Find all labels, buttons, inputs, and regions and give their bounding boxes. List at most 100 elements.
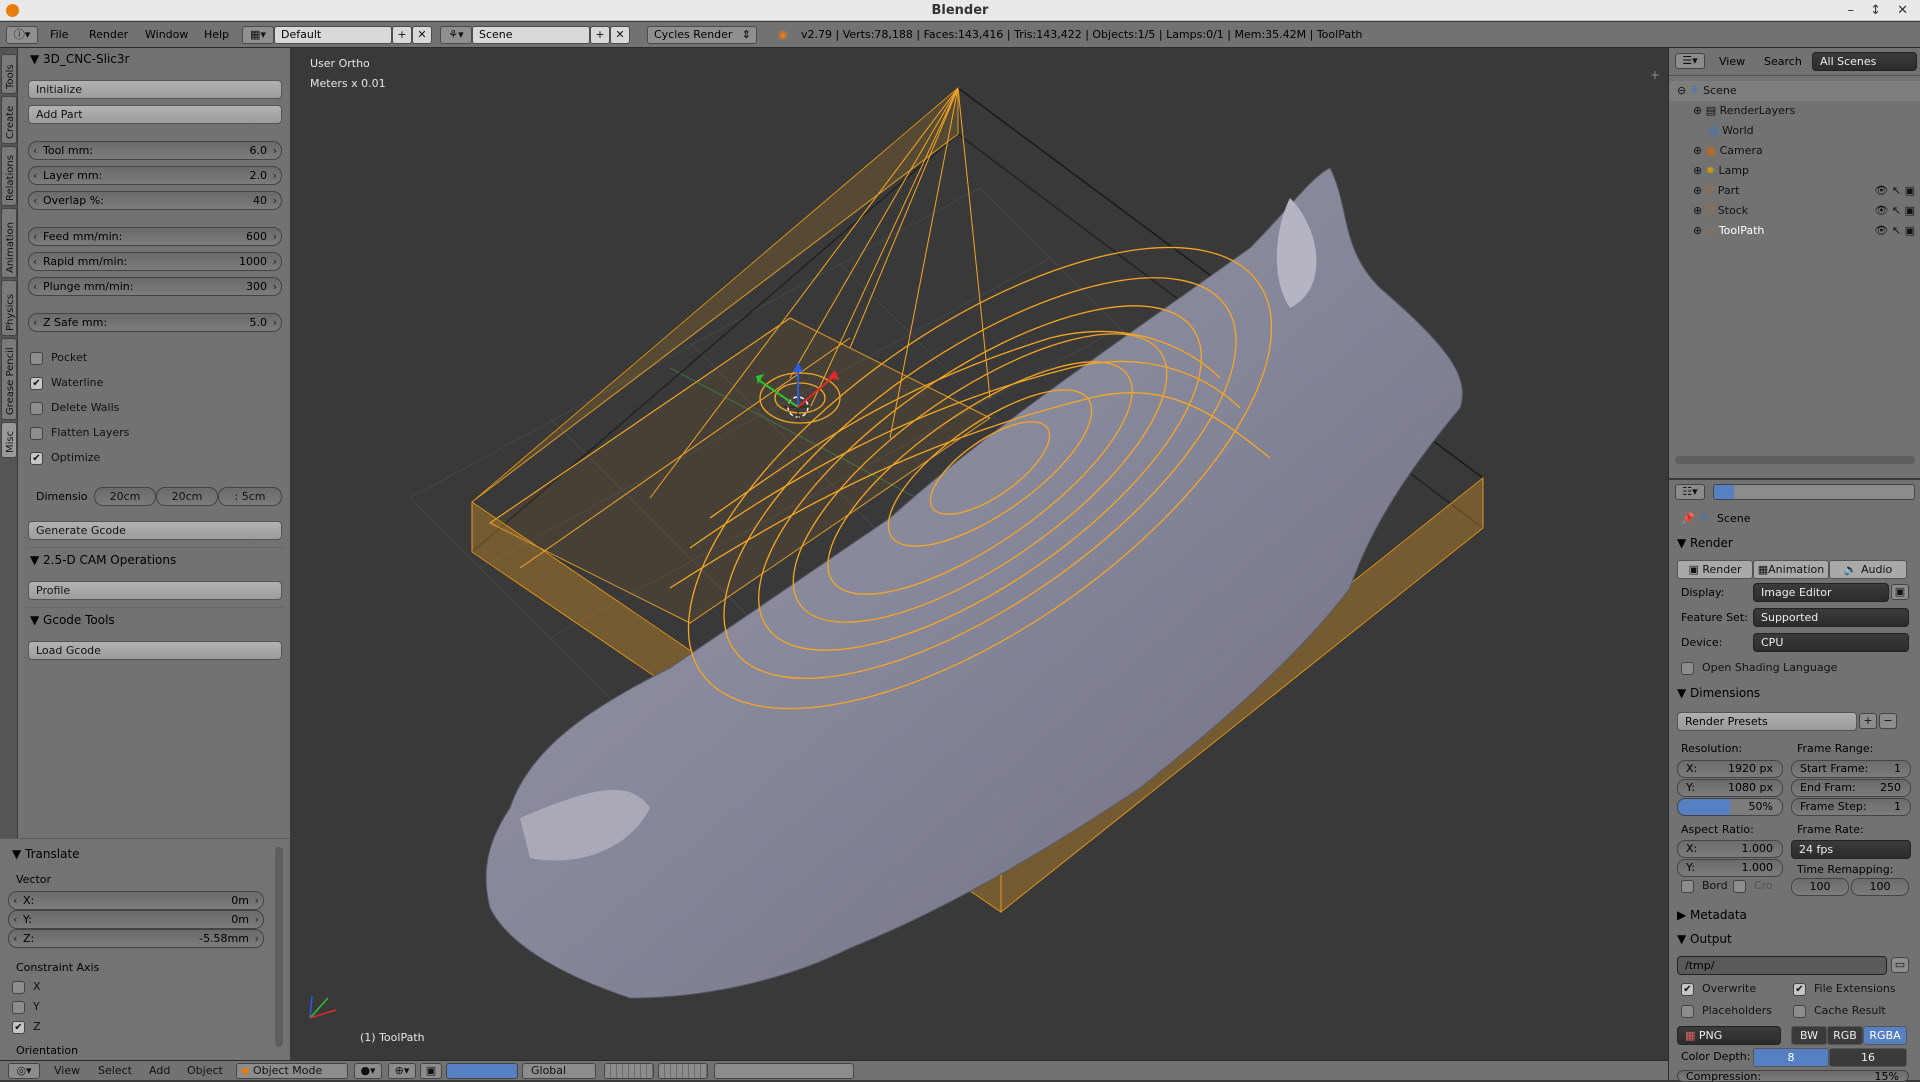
translate-z-field[interactable]: Z: -5.58mm	[8, 929, 264, 948]
frame-step-field[interactable]: Frame Step: 1	[1791, 798, 1911, 816]
outliner-menu-search[interactable]: Search	[1764, 55, 1802, 68]
remap-new-field[interactable]: 100	[1851, 878, 1909, 896]
mode-select[interactable]: ◆ Object Mode	[236, 1063, 348, 1079]
render-engine-select[interactable]: Cycles Render ⇕	[647, 26, 757, 44]
waterline-checkbox[interactable]: ✔ Waterline	[30, 376, 103, 390]
translate-header[interactable]: ▼ Translate	[12, 847, 80, 861]
resolution-percent-field[interactable]: 50%	[1677, 798, 1783, 816]
crop-checkbox[interactable]: Cro	[1733, 879, 1773, 893]
render-panel-header[interactable]: ▼ Render	[1677, 536, 1733, 550]
remove-scene-icon[interactable]: ✕	[610, 26, 630, 44]
aspect-x-field[interactable]: X: 1.000	[1677, 840, 1783, 858]
color-mode-bw[interactable]: BW	[1791, 1026, 1827, 1045]
outliner-menu-view[interactable]: View	[1719, 55, 1745, 68]
dim-y-field[interactable]: 20cm	[156, 487, 218, 506]
tab-create[interactable]: Create	[1, 96, 17, 144]
outliner-row-world[interactable]: ◍ World	[1669, 121, 1920, 141]
menu-file[interactable]: File	[50, 22, 68, 48]
pocket-checkbox[interactable]: Pocket	[30, 351, 87, 365]
overwrite-checkbox[interactable]: ✔ Overwrite	[1681, 982, 1756, 996]
translate-y-field[interactable]: Y: 0m	[8, 910, 264, 929]
outliner-scrollbar[interactable]	[1675, 456, 1915, 464]
tab-physics[interactable]: Physics	[1, 280, 17, 336]
layer-mm-field[interactable]: Layer mm: 2.0	[28, 166, 282, 185]
visibility-eye-icon[interactable]: 👁 ↖ ▣	[1874, 181, 1915, 201]
properties-toggle-icon[interactable]: +	[1650, 68, 1660, 82]
initialize-button[interactable]: Initialize	[28, 80, 282, 99]
menu-object[interactable]: Object	[187, 1061, 223, 1081]
feature-set-select[interactable]: Supported	[1753, 608, 1909, 627]
color-mode-rgba[interactable]: RGBA	[1863, 1026, 1907, 1045]
visibility-eye-icon[interactable]: 👁 ↖ ▣	[1874, 201, 1915, 221]
color-mode-rgb[interactable]: RGB	[1827, 1026, 1863, 1045]
window-controls[interactable]: – ↕ ✕	[1847, 0, 1914, 21]
dimensions-panel-header[interactable]: ▼ Dimensions	[1677, 686, 1760, 700]
file-extensions-checkbox[interactable]: ✔ File Extensions	[1793, 982, 1896, 996]
pin-icon[interactable]: 📌	[1681, 512, 1695, 525]
output-panel-header[interactable]: ▼ Output	[1677, 932, 1732, 946]
add-part-button[interactable]: Add Part	[28, 105, 282, 124]
zsafe-field[interactable]: Z Safe mm: 5.0	[28, 313, 282, 332]
optimize-checkbox[interactable]: ✔ Optimize	[30, 451, 100, 465]
constraint-x-checkbox[interactable]: X	[12, 980, 41, 994]
display-select[interactable]: Image Editor	[1753, 583, 1889, 602]
translate-scrollbar[interactable]	[275, 847, 283, 1047]
audio-button[interactable]: 🔈 Audio	[1829, 560, 1907, 579]
menu-window[interactable]: Window	[145, 22, 188, 48]
transform-orientation-select[interactable]: Global	[522, 1063, 596, 1079]
generate-gcode-button[interactable]: Generate Gcode	[28, 521, 282, 540]
outliner-row-renderlayers[interactable]: ⊕ ▤ RenderLayers	[1669, 101, 1920, 121]
constraint-z-checkbox[interactable]: ✔ Z	[12, 1020, 41, 1034]
tool-mm-field[interactable]: Tool mm: 6.0	[28, 141, 282, 160]
render-presets-select[interactable]: Render Presets	[1677, 712, 1857, 731]
load-gcode-button[interactable]: Load Gcode	[28, 641, 282, 660]
outliner-row-camera[interactable]: ⊕ ▣ Camera	[1669, 141, 1920, 161]
flatten-layers-checkbox[interactable]: Flatten Layers	[30, 426, 129, 440]
start-frame-field[interactable]: Start Frame: 1	[1791, 760, 1911, 778]
aspect-y-field[interactable]: Y: 1.000	[1677, 859, 1783, 877]
properties-editor-icon[interactable]: ☷▾	[1675, 484, 1705, 500]
remove-preset-icon[interactable]: −	[1879, 713, 1897, 729]
properties-context-tabs[interactable]	[1713, 484, 1915, 500]
constraint-y-checkbox[interactable]: Y	[12, 1000, 40, 1014]
add-layout-icon[interactable]: +	[392, 26, 412, 44]
device-select[interactable]: CPU	[1753, 633, 1909, 652]
remap-old-field[interactable]: 100	[1791, 878, 1849, 896]
file-format-select[interactable]: ▦ PNG	[1677, 1026, 1781, 1045]
menu-add[interactable]: Add	[149, 1061, 170, 1081]
dim-x-field[interactable]: 20cm	[94, 487, 156, 506]
metadata-panel-header[interactable]: ▶ Metadata	[1677, 908, 1747, 922]
tab-tools[interactable]: Tools	[1, 54, 17, 94]
editor-type-info-icon[interactable]: ⓘ▾	[6, 26, 38, 44]
layer-buttons[interactable]	[604, 1063, 654, 1079]
scene-icon[interactable]: ⚘▾	[440, 26, 472, 44]
tab-misc[interactable]: Misc	[1, 422, 17, 458]
outliner-filter-select[interactable]: All Scenes	[1812, 52, 1917, 71]
manipulator-toggle-icon[interactable]: ▣	[420, 1063, 442, 1079]
cache-result-checkbox[interactable]: Cache Result	[1793, 1004, 1886, 1018]
dim-z-field[interactable]: : 5cm	[218, 487, 282, 506]
end-frame-field[interactable]: End Fram: 250	[1791, 779, 1911, 797]
pivot-icon[interactable]: ⊕▾	[388, 1063, 416, 1079]
layer-buttons[interactable]	[658, 1063, 708, 1079]
gcode-tools-header[interactable]: ▼ Gcode Tools	[30, 613, 115, 627]
manipulator-modes[interactable]	[446, 1063, 518, 1079]
color-depth-8[interactable]: 8	[1753, 1048, 1829, 1067]
tab-animation[interactable]: Animation	[1, 208, 17, 278]
outliner-row-lamp[interactable]: ⊕ ✹ Lamp	[1669, 161, 1920, 181]
visibility-eye-icon[interactable]: 👁 ↖ ▣	[1874, 221, 1915, 241]
delete-walls-checkbox[interactable]: Delete Walls	[30, 401, 119, 415]
display-window-icon[interactable]: ▣	[1891, 584, 1909, 600]
menu-render[interactable]: Render	[89, 22, 128, 48]
frame-rate-select[interactable]: 24 fps	[1791, 840, 1911, 859]
add-preset-icon[interactable]: +	[1859, 713, 1877, 729]
resolution-y-field[interactable]: Y: 1080 px	[1677, 779, 1783, 797]
screen-layout-field[interactable]: Default	[274, 26, 392, 44]
placeholders-checkbox[interactable]: Placeholders	[1681, 1004, 1772, 1018]
translate-x-field[interactable]: X: 0m	[8, 891, 264, 910]
osl-checkbox[interactable]: Open Shading Language	[1681, 661, 1837, 675]
output-path-input[interactable]: /tmp/	[1677, 956, 1887, 975]
feed-field[interactable]: Feed mm/min: 600	[28, 227, 282, 246]
outliner-row-scene[interactable]: ⊖ ⚘ Scene	[1669, 81, 1920, 101]
overlap-field[interactable]: Overlap %: 40	[28, 191, 282, 210]
